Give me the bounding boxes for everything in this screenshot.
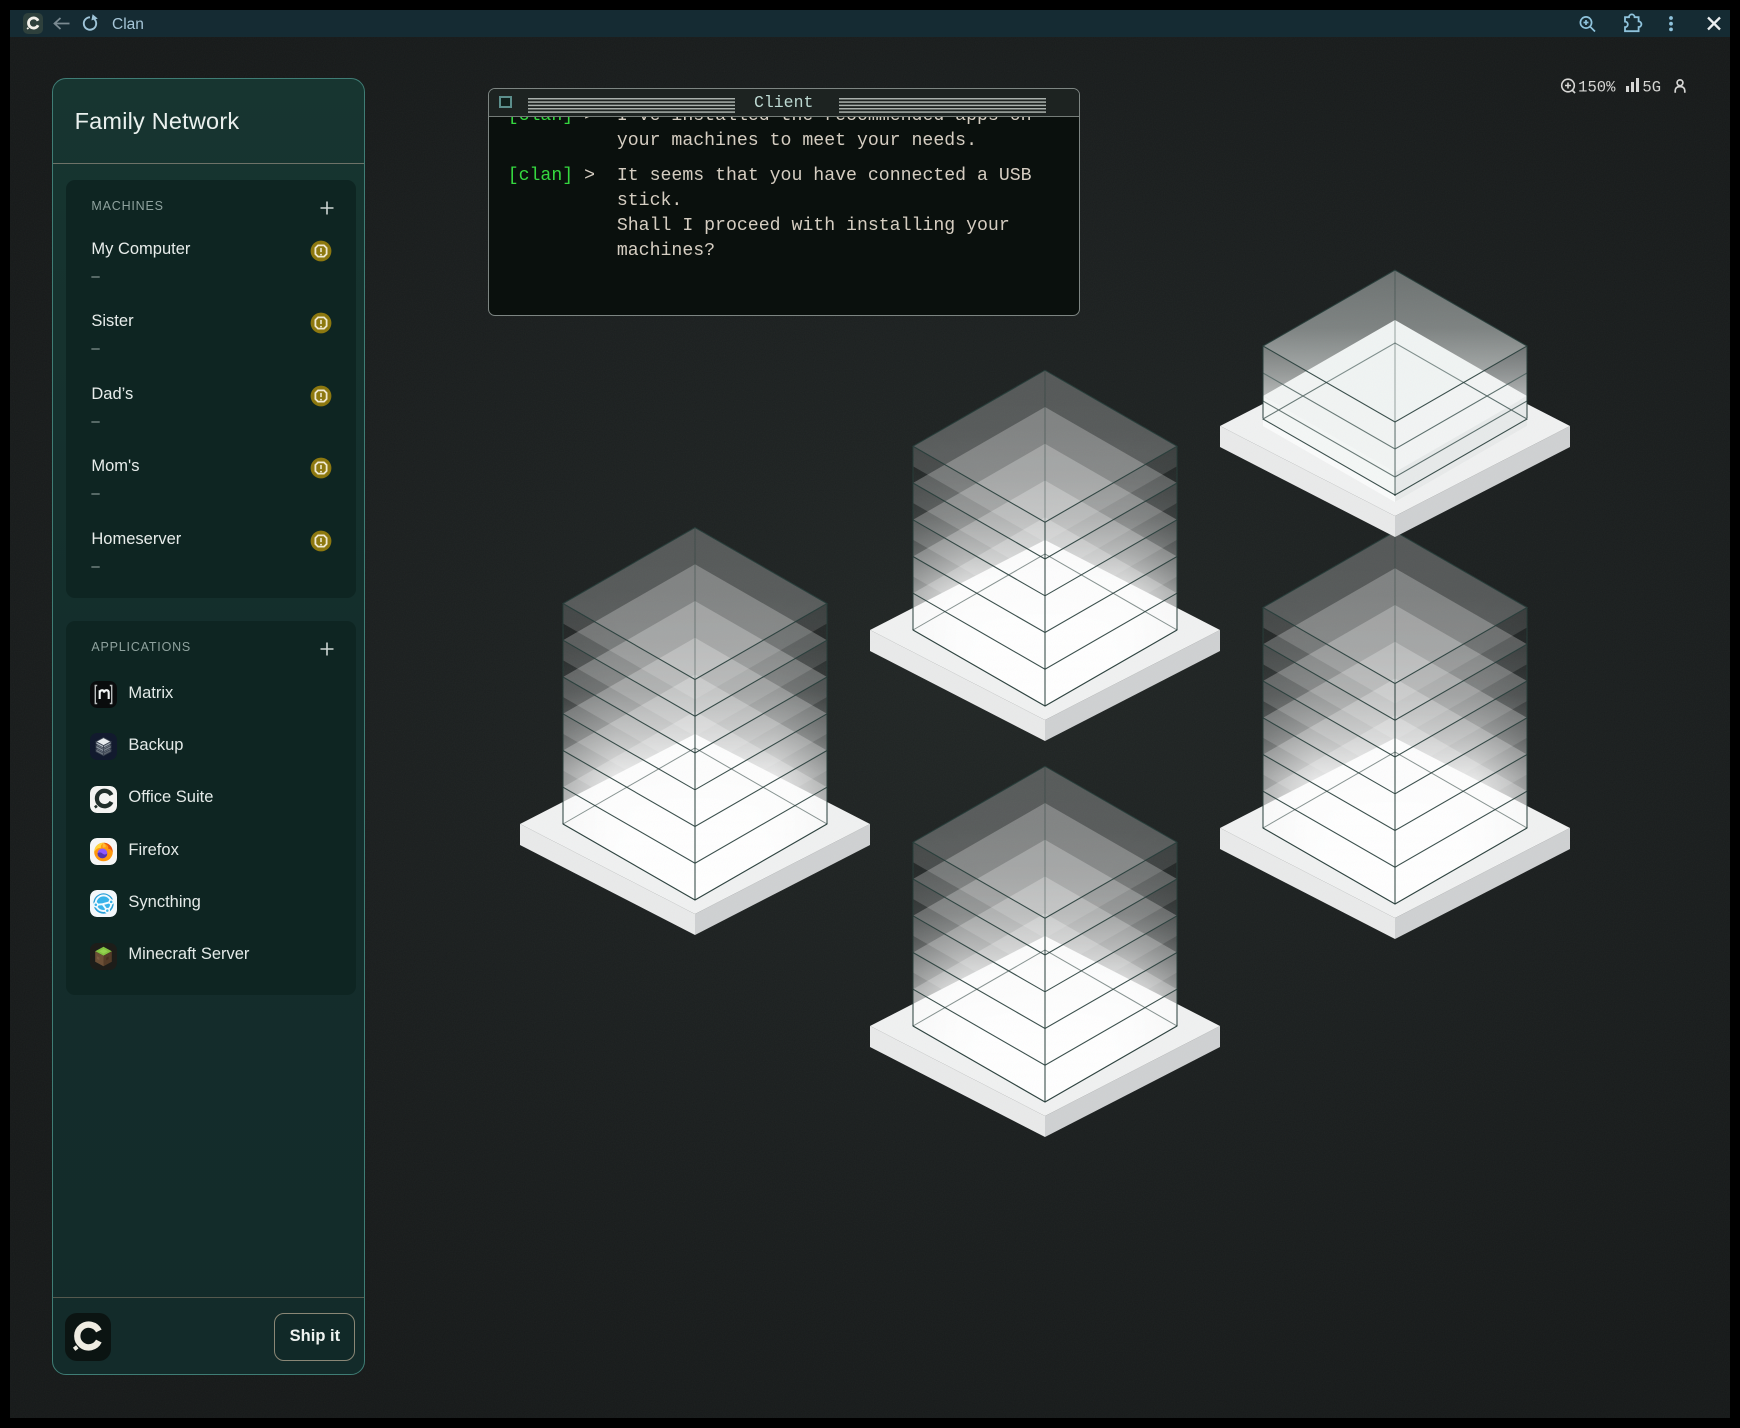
svg-text:Clan: Clan [112,16,144,33]
